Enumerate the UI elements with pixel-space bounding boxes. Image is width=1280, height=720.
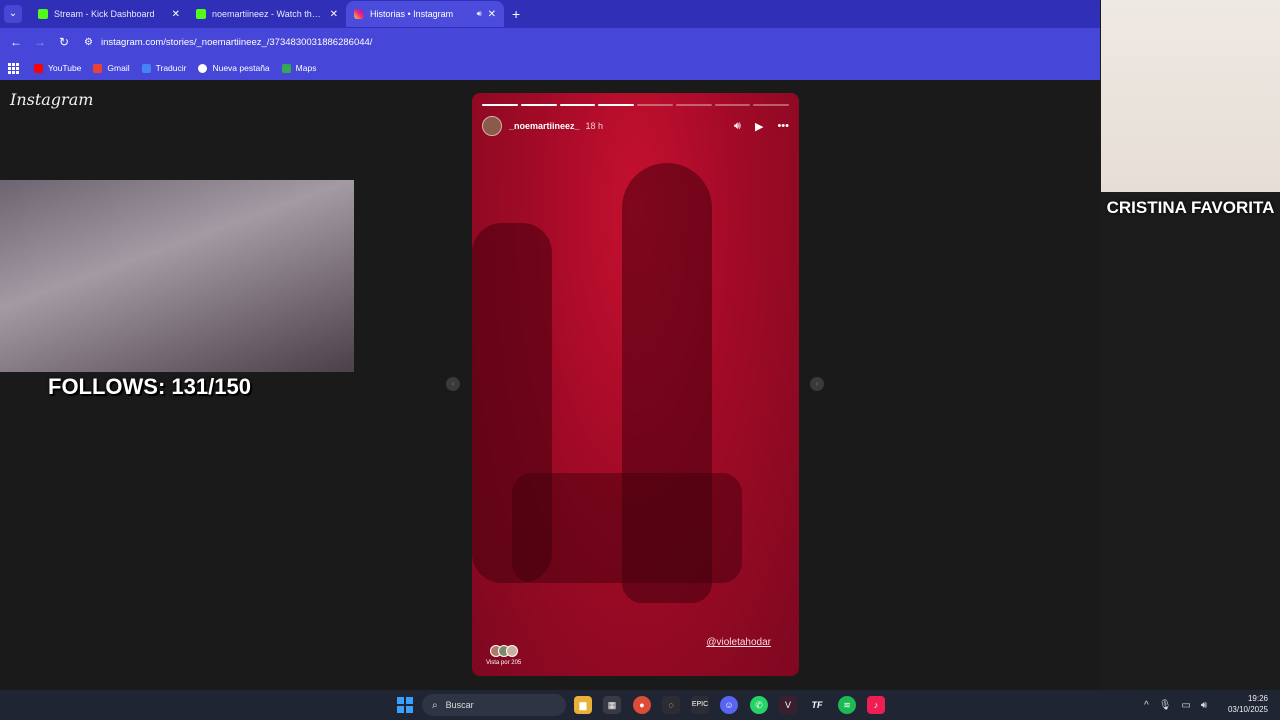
- search-icon: ⌕: [432, 699, 438, 711]
- bookmark-label: Maps: [295, 63, 317, 73]
- overlay-background: [1100, 192, 1280, 690]
- vegas-icon[interactable]: V: [779, 696, 797, 714]
- site-settings-icon[interactable]: ⚙: [84, 37, 93, 48]
- whatsapp-icon[interactable]: ✆: [750, 696, 768, 714]
- bookmark-gmail[interactable]: Gmail: [93, 63, 130, 73]
- forward-icon[interactable]: →: [28, 35, 52, 49]
- maps-icon: [281, 63, 291, 73]
- progress-segment: [482, 104, 518, 106]
- bookmark-traducir[interactable]: Traducir: [141, 63, 187, 73]
- progress-segment: [520, 104, 557, 106]
- bookmark-maps[interactable]: Maps: [281, 63, 317, 73]
- system-tray: ^ 🎙︎ ▭ 🔊︎: [1144, 690, 1207, 720]
- clock-time: 19:26: [1247, 694, 1268, 703]
- tab-search-icon[interactable]: ⌄: [4, 5, 22, 23]
- tab-bar: ⌄ Stream - Kick Dashboard ✕ noemartiinee…: [0, 0, 1100, 28]
- progress-segment: [559, 104, 596, 106]
- more-options-icon[interactable]: •••: [777, 120, 789, 132]
- kick-icon: [38, 9, 48, 19]
- progress-segment: [598, 104, 634, 106]
- address-bar: ← → ↻ ⚙ instagram.com/stories/_noemartii…: [0, 28, 1100, 56]
- youtube-icon: [34, 63, 43, 73]
- progress-segment: [753, 104, 789, 106]
- gmail-icon: [93, 63, 103, 73]
- tiktok-icon[interactable]: ♪: [867, 696, 885, 714]
- play-icon[interactable]: ▶: [755, 120, 763, 133]
- guest-webcam: [1101, 0, 1280, 192]
- progress-segment: [675, 104, 712, 106]
- next-story-button[interactable]: ›: [810, 377, 824, 391]
- obs-icon[interactable]: ◌: [662, 696, 680, 714]
- story-timestamp: 18 h: [585, 121, 604, 131]
- translate-icon: [141, 63, 151, 73]
- network-icon[interactable]: ▭: [1181, 700, 1190, 711]
- reload-icon[interactable]: ↻: [52, 35, 76, 49]
- follows-goal-text: FOLLOWS: 131/150: [48, 374, 251, 399]
- kick-icon: [196, 9, 206, 19]
- taskbar-clock[interactable]: 19:26 03/10/2025: [1228, 693, 1268, 715]
- microphone-icon[interactable]: 🎙︎: [1159, 700, 1172, 711]
- back-icon[interactable]: ←: [4, 35, 28, 49]
- progress-segment: [714, 104, 751, 106]
- prev-story-button[interactable]: ‹: [446, 377, 460, 391]
- taskbar-search[interactable]: ⌕ Buscar: [422, 694, 566, 716]
- store-icon[interactable]: ▦: [603, 696, 621, 714]
- viewer-avatars: [486, 645, 521, 657]
- new-tab-button[interactable]: +: [512, 6, 520, 22]
- bookmark-label: YouTube: [48, 63, 82, 73]
- url-field[interactable]: ⚙ instagram.com/stories/_noemartiineez_/…: [84, 31, 1092, 53]
- bookmarks-bar: YouTube Gmail Traducir Nueva pestaña Map…: [0, 56, 1100, 80]
- speaker-icon[interactable]: 🔊︎: [734, 120, 741, 133]
- viewers-summary[interactable]: Vista por 205: [486, 645, 521, 666]
- bookmark-label: Traducir: [155, 63, 187, 73]
- tf-app-icon[interactable]: TF: [808, 696, 826, 714]
- story-username[interactable]: _noemartiineez_: [509, 121, 580, 131]
- epic-games-icon[interactable]: EPIC: [691, 696, 709, 714]
- instagram-logo[interactable]: Instagram: [10, 90, 93, 109]
- chrome-icon: [198, 63, 208, 73]
- avatar[interactable]: [482, 116, 502, 136]
- tab-kick-vod[interactable]: noemartiineez - Watch the VOD ✕: [188, 1, 346, 27]
- close-icon[interactable]: ✕: [488, 9, 496, 20]
- tab-instagram-stories[interactable]: Historias • Instagram 🔊︎ ✕: [346, 1, 504, 27]
- discord-icon[interactable]: ☺: [720, 696, 738, 714]
- tab-label: noemartiineez - Watch the VOD: [212, 9, 324, 19]
- close-icon[interactable]: ✕: [172, 9, 180, 20]
- bookmark-label: Nueva pestaña: [212, 63, 270, 73]
- bookmark-label: Gmail: [107, 63, 130, 73]
- mention-sticker[interactable]: @violetahodar: [706, 637, 771, 648]
- volume-icon[interactable]: 🔊︎: [1201, 700, 1207, 711]
- tab-label: Stream - Kick Dashboard: [54, 9, 155, 19]
- story-header: _noemartiineez_ 18 h 🔊︎ ▶ •••: [482, 115, 789, 137]
- story-progress-bar: [482, 104, 789, 106]
- screen: ⌄ Stream - Kick Dashboard ✕ noemartiinee…: [0, 0, 1280, 720]
- instagram-icon: [354, 9, 364, 19]
- file-explorer-icon[interactable]: ▆: [574, 696, 592, 714]
- progress-segment: [637, 104, 673, 106]
- story-controls: 🔊︎ ▶ •••: [734, 120, 789, 133]
- chevron-up-icon[interactable]: ^: [1144, 700, 1149, 711]
- apps-grid-icon[interactable]: [8, 63, 19, 74]
- streamer-webcam: [0, 180, 354, 372]
- bookmark-nueva-pestana[interactable]: Nueva pestaña: [198, 63, 270, 73]
- close-icon[interactable]: ✕: [330, 9, 338, 20]
- tab-kick-dashboard[interactable]: Stream - Kick Dashboard ✕: [30, 1, 188, 27]
- story-figure: [512, 473, 742, 583]
- guest-caption: CRISTINA FAVORITA: [1106, 198, 1275, 217]
- url-text: instagram.com/stories/_noemartiineez_/37…: [100, 36, 373, 48]
- search-placeholder: Buscar: [445, 700, 474, 710]
- speaker-icon[interactable]: 🔊︎: [477, 9, 482, 19]
- bookmark-youtube[interactable]: YouTube: [34, 63, 81, 73]
- tab-label: Historias • Instagram: [370, 9, 454, 19]
- spotify-icon[interactable]: ≋: [838, 696, 856, 714]
- story-viewer[interactable]: _noemartiineez_ 18 h 🔊︎ ▶ ••• @violetaho…: [472, 93, 799, 676]
- viewers-label: Vista por 205: [486, 660, 522, 666]
- windows-start-icon[interactable]: [397, 697, 413, 713]
- windows-taskbar: ⌕ Buscar ▆ ▦ ● ◌ EPIC ☺ ✆ V TF ≋ ♪ ^ 🎙︎ …: [0, 690, 1280, 720]
- clock-date: 03/10/2025: [1227, 705, 1268, 714]
- chrome-icon[interactable]: ●: [633, 696, 651, 714]
